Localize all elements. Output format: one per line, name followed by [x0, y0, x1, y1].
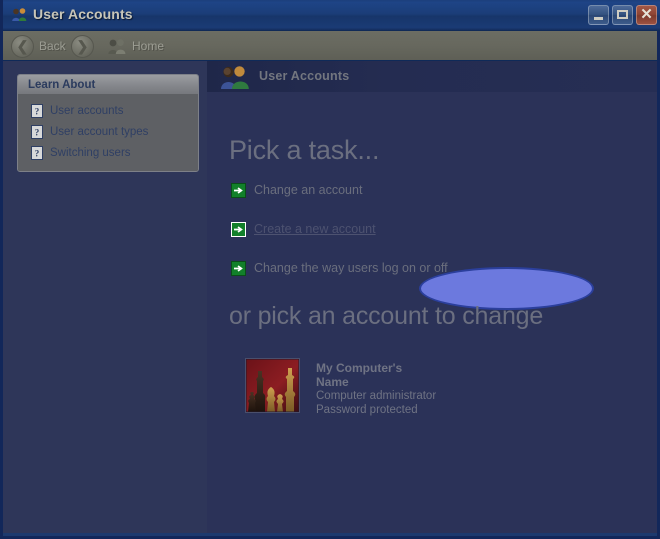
back-button-label: Back	[39, 39, 66, 53]
task-link-label: Change the way users log on or off	[254, 261, 448, 275]
svg-text:?: ?	[35, 148, 40, 158]
task-link-create-a-new-account[interactable]: Create a new account	[231, 220, 376, 238]
content-pane: User Accounts Pick a task... Change an a…	[207, 61, 657, 533]
minimize-icon	[594, 17, 603, 20]
left-pane: Learn About ? User accounts ? User accou…	[3, 61, 207, 533]
green-arrow-icon	[231, 221, 246, 237]
task-link-label: Change an account	[254, 183, 363, 197]
sidebar-item-label: Switching users	[50, 146, 131, 159]
sidebar-item-user-accounts[interactable]: ? User accounts	[18, 100, 198, 121]
green-arrow-icon	[231, 182, 246, 198]
maximize-button[interactable]	[612, 5, 633, 25]
sidebar-item-user-account-types[interactable]: ? User account types	[18, 121, 198, 142]
learn-about-list: ? User accounts ? User account types ? S…	[18, 94, 198, 171]
help-topic-icon: ?	[31, 124, 43, 139]
back-arrow-icon: ❮	[16, 38, 29, 54]
task-link-change-an-account[interactable]: Change an account	[231, 181, 362, 199]
learn-about-title: Learn About	[28, 79, 96, 91]
maximize-icon	[617, 10, 628, 19]
title-bar[interactable]: User Accounts ✕	[3, 0, 660, 31]
task-link-label: Create a new account	[254, 222, 376, 236]
help-topic-icon: ?	[31, 145, 43, 160]
account-name-line1: My Computer's	[316, 361, 403, 375]
help-topic-icon: ?	[31, 103, 43, 118]
account-name-line2: Name	[316, 374, 349, 389]
sidebar-item-label: User account types	[50, 125, 149, 138]
close-icon: ✕	[640, 6, 653, 23]
navigation-toolbar: ❮ Back ❯ Home	[3, 31, 657, 61]
home-users-icon	[107, 38, 127, 55]
home-button-label[interactable]: Home	[132, 39, 164, 53]
user-accounts-window: User Accounts ✕ ❮ Back ❯ Home Learn Abou…	[0, 0, 660, 539]
minimize-button[interactable]	[588, 5, 609, 25]
page-heading-accounts: or pick an account to change	[229, 302, 544, 330]
chess-pieces-avatar	[245, 358, 300, 413]
users-icon	[11, 7, 28, 23]
forward-button[interactable]: ❯	[71, 35, 94, 58]
forward-arrow-icon: ❯	[76, 38, 89, 54]
window-title: User Accounts	[33, 6, 133, 22]
learn-about-panel: Learn About ? User accounts ? User accou…	[17, 74, 199, 172]
svg-text:?: ?	[35, 106, 40, 116]
sidebar-item-switching-users[interactable]: ? Switching users	[18, 142, 198, 163]
learn-about-header: Learn About	[18, 75, 198, 94]
account-list-item[interactable]: My Computer's Name Computer administrato…	[245, 358, 436, 417]
svg-text:?: ?	[35, 127, 40, 137]
task-link-change-logon-method[interactable]: Change the way users log on or off	[231, 259, 448, 277]
content-banner: User Accounts	[207, 61, 657, 92]
sidebar-item-label: User accounts	[50, 104, 124, 117]
banner-title: User Accounts	[259, 69, 350, 83]
account-type: Computer administrator	[316, 390, 437, 402]
page-heading-tasks: Pick a task...	[229, 135, 380, 165]
close-button[interactable]: ✕	[636, 5, 657, 25]
green-arrow-icon	[231, 260, 246, 276]
account-info: My Computer's Name Computer administrato…	[316, 358, 436, 417]
users-icon	[220, 65, 250, 90]
back-button[interactable]: ❮	[11, 35, 34, 58]
account-password-status: Password protected	[316, 404, 418, 416]
